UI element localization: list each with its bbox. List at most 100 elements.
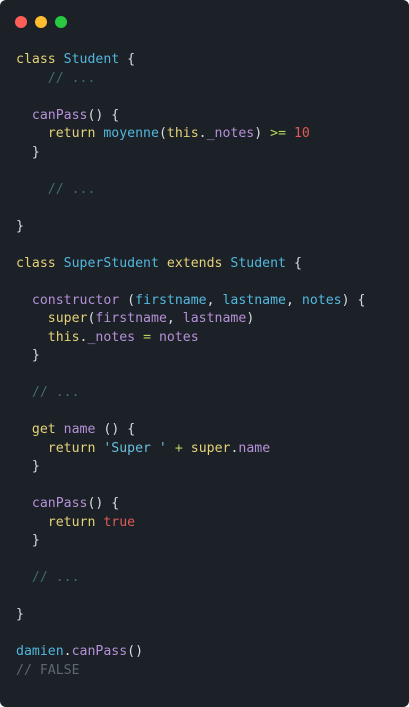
- code-block: class Student { // ... canPass() { retur…: [16, 51, 401, 680]
- code-token: +: [174, 440, 183, 456]
- code-line: // ...: [16, 569, 401, 588]
- code-token: lastname: [222, 292, 287, 308]
- code-line: }: [16, 218, 401, 237]
- code-token: =: [143, 329, 152, 345]
- code-token: ,: [206, 292, 223, 308]
- code-token: this: [47, 329, 80, 345]
- code-token: canPass: [71, 644, 128, 659]
- code-token: }: [16, 348, 40, 363]
- code-line: constructor (firstname, lastname, notes)…: [16, 292, 401, 311]
- code-token: ,: [286, 292, 302, 308]
- code-token: ): [246, 311, 255, 326]
- code-token: get: [31, 422, 56, 437]
- code-token: >=: [270, 126, 287, 141]
- code-token: // ...: [31, 570, 80, 585]
- code-token: notes: [301, 292, 342, 308]
- code-token: class: [16, 255, 56, 271]
- code-token: Student: [230, 255, 286, 271]
- code-token: _notes: [206, 126, 255, 141]
- code-window: class Student { // ... canPass() { retur…: [0, 0, 409, 707]
- code-token: damien: [16, 644, 64, 659]
- code-line: }: [16, 532, 401, 551]
- code-line: return moyenne(this._notes) >= 10: [16, 125, 401, 144]
- code-token: 'Super ': [103, 440, 167, 456]
- code-token: class: [16, 52, 56, 67]
- code-token: return: [47, 126, 96, 141]
- code-token: constructor: [31, 292, 120, 308]
- code-line: class Student {: [16, 51, 401, 70]
- code-token: (: [158, 126, 167, 141]
- zoom-control-icon[interactable]: [55, 16, 67, 28]
- code-token: (: [119, 292, 136, 308]
- code-line: // ...: [16, 384, 401, 403]
- code-token: lastname: [182, 311, 247, 326]
- code-token: // ...: [47, 181, 96, 197]
- code-token: firstname: [95, 311, 167, 326]
- code-token: ): [254, 126, 271, 141]
- code-token: }: [16, 459, 40, 474]
- code-token: _notes: [87, 329, 136, 345]
- code-line: // ...: [16, 70, 401, 89]
- code-token: }: [16, 533, 40, 548]
- code-line: }: [16, 606, 401, 625]
- code-token: .: [198, 126, 207, 141]
- code-token: name: [238, 440, 271, 456]
- code-line: }: [16, 458, 401, 477]
- code-token: {: [286, 255, 302, 271]
- code-token: name: [63, 422, 96, 437]
- code-token: (): [127, 644, 144, 659]
- code-line: this._notes = notes: [16, 329, 401, 348]
- code-token: Student: [63, 52, 120, 67]
- code-token: true: [103, 514, 136, 530]
- code-token: 10: [293, 126, 310, 141]
- code-token: SuperStudent: [63, 255, 159, 271]
- code-token: super: [190, 440, 231, 456]
- code-line: get name () {: [16, 421, 401, 440]
- code-token: () {: [87, 107, 120, 123]
- code-line: damien.canPass(): [16, 643, 401, 662]
- code-token: moyenne: [103, 126, 159, 141]
- window-titlebar: [0, 0, 409, 40]
- code-token: this: [166, 126, 199, 141]
- minimize-control-icon[interactable]: [35, 16, 47, 28]
- code-token: () {: [87, 496, 120, 511]
- code-token: // ...: [47, 70, 96, 86]
- code-token: }: [16, 144, 40, 160]
- code-token: }: [16, 218, 24, 234]
- close-control-icon[interactable]: [15, 16, 27, 28]
- code-token: {: [119, 52, 136, 67]
- code-token: canPass: [31, 107, 88, 123]
- code-line: // FALSE: [16, 662, 401, 681]
- code-line: }: [16, 347, 401, 366]
- code-line: class SuperStudent extends Student {: [16, 255, 401, 274]
- code-token: canPass: [31, 496, 88, 511]
- code-token: ,: [166, 311, 183, 326]
